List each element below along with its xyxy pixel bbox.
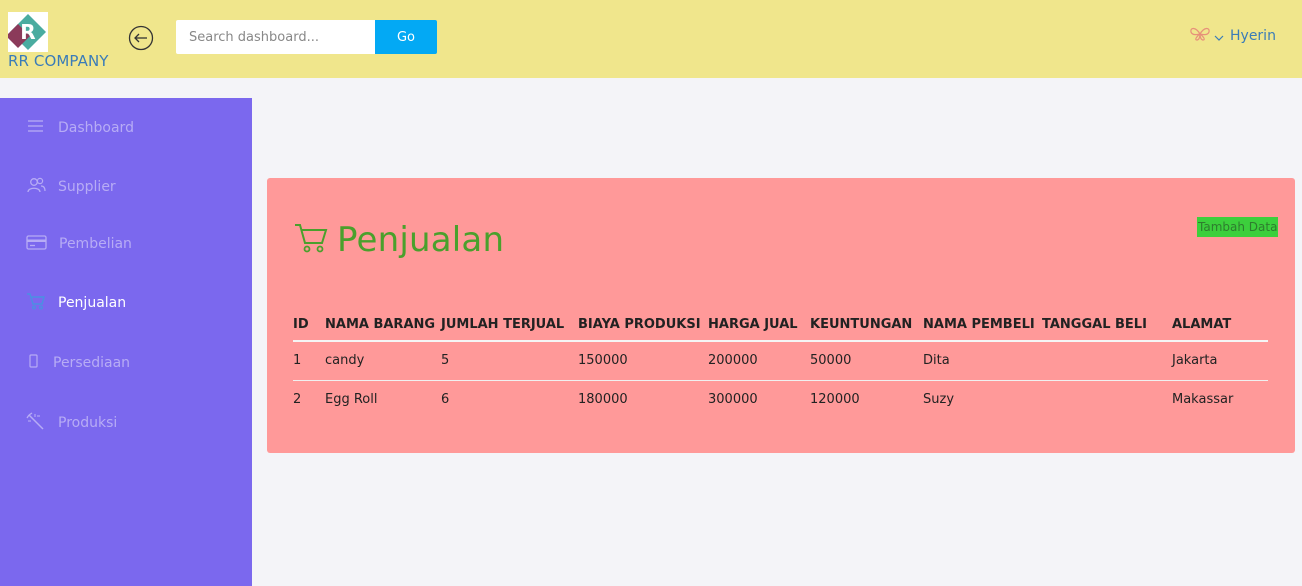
- penjualan-card: Penjualan Tambah Data ID NAMA BARANG JUM…: [267, 178, 1295, 453]
- cell-keuntungan: 50000: [810, 341, 923, 381]
- cart-icon: [26, 292, 46, 314]
- cell-nama-barang: candy: [325, 341, 441, 381]
- table-row[interactable]: 1 candy 5 150000 200000 50000 Dita Jakar…: [293, 341, 1268, 381]
- cell-jumlah-terjual: 6: [441, 392, 450, 408]
- column-header: HARGA JUAL: [708, 308, 810, 342]
- sidebar-item-label: Penjualan: [58, 295, 127, 311]
- sidebar: Dashboard Supplier Pembelian Penjualan P…: [0, 98, 252, 586]
- cell-id: 1: [293, 341, 325, 381]
- sidebar-item-supplier[interactable]: Supplier: [26, 176, 116, 198]
- sidebar-item-pembelian[interactable]: Pembelian: [26, 233, 132, 255]
- page-title-text: Penjualan: [337, 220, 505, 260]
- company-logo[interactable]: R: [6, 12, 48, 52]
- column-header: ALAMAT: [1172, 308, 1268, 342]
- cell-alamat: Jakarta: [1172, 341, 1268, 381]
- cell-jumlah-terjual: 5: [441, 341, 578, 381]
- menu-icon: [26, 117, 46, 139]
- back-arrow-icon[interactable]: [128, 25, 154, 51]
- user-menu[interactable]: Hyerin: [1190, 26, 1276, 46]
- cell-tanggal-beli: [1042, 341, 1172, 381]
- table-row[interactable]: 2 Egg Roll 6 180000 300000 120000 Suzy M…: [293, 380, 1268, 419]
- cell-tanggal-beli: [1042, 380, 1172, 419]
- sidebar-item-produksi[interactable]: Produksi: [26, 412, 117, 434]
- cell-alamat: Makassar: [1172, 392, 1234, 408]
- sidebar-item-label: Dashboard: [58, 120, 134, 136]
- cell-biaya-produksi: 180000: [578, 392, 628, 408]
- cell-keuntungan: 120000: [810, 392, 860, 408]
- go-button[interactable]: Go: [375, 20, 437, 54]
- search-input[interactable]: [176, 20, 375, 54]
- sidebar-item-label: Produksi: [58, 415, 118, 431]
- butterfly-icon: [1190, 26, 1210, 46]
- sidebar-item-label: Supplier: [58, 179, 116, 195]
- sidebar-item-label: Pembelian: [59, 236, 132, 252]
- chevron-down-icon: [1214, 27, 1224, 46]
- table-header-row: ID NAMA BARANG JUMLAH TERJUAL BIAYA PROD…: [293, 308, 1268, 342]
- users-icon: [26, 176, 46, 198]
- column-header: TANGGAL BELI: [1042, 308, 1172, 342]
- sidebar-item-persediaan[interactable]: Persediaan: [26, 352, 130, 374]
- brand-name[interactable]: RR COMPANY: [8, 52, 109, 70]
- box-icon: [26, 352, 41, 374]
- column-header: NAMA BARANG: [325, 308, 441, 342]
- sidebar-item-dashboard[interactable]: Dashboard: [26, 117, 134, 139]
- column-header: ID: [293, 308, 325, 342]
- cell-harga-jual: 200000: [708, 341, 810, 381]
- tools-icon: [26, 412, 46, 434]
- user-name: Hyerin: [1230, 28, 1276, 44]
- credit-card-icon: [26, 233, 47, 255]
- column-header: JUMLAH TERJUAL: [441, 308, 578, 342]
- sidebar-item-penjualan[interactable]: Penjualan: [26, 292, 126, 314]
- cart-icon: [293, 220, 329, 260]
- column-header: BIAYA PRODUKSI: [578, 308, 708, 342]
- add-data-button[interactable]: Tambah Data: [1197, 217, 1279, 237]
- logo-letter: R: [20, 20, 35, 44]
- cell-id: 2: [293, 392, 302, 408]
- column-header: NAMA PEMBELI: [923, 308, 1042, 342]
- page-title: Penjualan: [293, 220, 504, 260]
- sidebar-item-label: Persediaan: [53, 355, 131, 371]
- cell-nama-barang: Egg Roll: [325, 392, 378, 408]
- sales-table: ID NAMA BARANG JUMLAH TERJUAL BIAYA PROD…: [293, 308, 1268, 419]
- cell-biaya-produksi: 150000: [578, 341, 708, 381]
- cell-nama-pembeli: Dita: [923, 341, 1042, 381]
- cell-harga-jual: 300000: [708, 392, 758, 408]
- top-header: R RR COMPANY Go Hyerin: [0, 0, 1302, 78]
- cell-nama-pembeli: Suzy: [923, 392, 955, 408]
- column-header: KEUNTUNGAN: [810, 308, 923, 342]
